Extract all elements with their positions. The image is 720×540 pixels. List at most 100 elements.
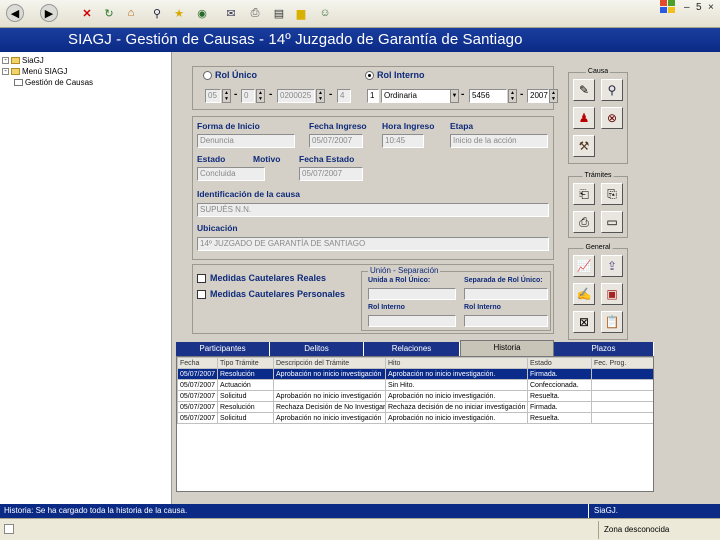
column-header[interactable]: Estado	[527, 357, 592, 369]
rol-interno-field-1[interactable]: 1	[367, 89, 379, 103]
clipboard-icon[interactable]: 📋	[601, 311, 623, 333]
ubicacion-label: Ubicación	[197, 223, 238, 233]
monitor-icon[interactable]: ▣	[601, 283, 623, 305]
print-document-icon[interactable]: ⎙	[573, 211, 595, 233]
new-document-icon[interactable]: ⎗	[573, 183, 595, 205]
etapa-label: Etapa	[450, 121, 474, 131]
signature-icon[interactable]: ✍	[573, 283, 595, 305]
spinner-icon[interactable]: ▲ ▼	[256, 89, 265, 103]
table-header-row: Fecha Tipo Trámite Descripción del Trámi…	[177, 357, 653, 369]
medidas-reales-checkbox[interactable]: Medidas Cautelares Reales	[197, 273, 326, 283]
table-cell: Aprobación no inicio investigación.	[385, 368, 528, 380]
tab-participantes[interactable]: Participantes	[176, 342, 270, 356]
table-cell: Rechaza Decisión de No Investigar	[273, 401, 386, 413]
rol-interno-year-field[interactable]: 2007	[527, 89, 549, 103]
table-cell	[591, 368, 653, 380]
tab-delitos[interactable]: Delitos	[270, 342, 364, 356]
rol-interno-number-field[interactable]: 5456	[469, 89, 507, 103]
fecha-estado-label: Fecha Estado	[299, 154, 355, 164]
edit-icon[interactable]: ▤	[270, 4, 288, 22]
rol-unico-field-1[interactable]: 05	[205, 89, 221, 103]
tree-menu[interactable]: - Menú SIAGJ	[2, 67, 67, 76]
identificacion-label: Identificación de la causa	[197, 189, 300, 199]
mail-icon[interactable]: ✉	[222, 4, 240, 22]
print-icon[interactable]: ⎙	[246, 4, 264, 22]
column-header[interactable]: Hito	[385, 357, 528, 369]
tramites-caption: Trámites	[582, 172, 614, 179]
table-row[interactable]: 05/07/2007 Resolución Rechaza Decisión d…	[177, 401, 653, 413]
tab-relaciones[interactable]: Relaciones	[364, 342, 460, 356]
gavel-icon[interactable]: ⚒	[573, 135, 595, 157]
erase-icon[interactable]: ✎	[573, 79, 595, 101]
table-cell: Solicitud	[217, 390, 274, 402]
causa-caption: Causa	[585, 68, 611, 75]
rol-unico-field-2[interactable]: 0	[241, 89, 255, 103]
table-cell: Resolución	[217, 401, 274, 413]
rol-unico-field-4[interactable]: 4	[337, 89, 351, 103]
table-row[interactable]: 05/07/2007 Resolución Aprobación no inic…	[177, 368, 653, 380]
chevron-down-icon[interactable]: ▼	[450, 89, 459, 103]
status-right: SiaGJ.	[594, 506, 619, 515]
tab-historia[interactable]: Historia	[460, 340, 554, 356]
tab-plazos[interactable]: Plazos	[554, 342, 654, 356]
close-button[interactable]: ×	[708, 2, 714, 13]
history-icon[interactable]: ◉	[193, 4, 211, 22]
edit-document-icon[interactable]: ⎘	[601, 183, 623, 205]
spinner-icon[interactable]: ▲ ▼	[316, 89, 325, 103]
export-icon[interactable]: ⇪	[601, 255, 623, 277]
column-header[interactable]: Fecha	[177, 357, 218, 369]
table-cell: Rechaza decisión de no iniciar investiga…	[385, 401, 528, 413]
spinner-icon[interactable]: ▲ ▼	[508, 89, 517, 103]
collapse-icon[interactable]: -	[2, 68, 9, 75]
unida-rol-interno-field	[368, 315, 456, 327]
forward-icon[interactable]: ▶	[40, 4, 58, 22]
envelope-icon[interactable]: ⊠	[573, 311, 595, 333]
folder-icon[interactable]: ▆	[292, 4, 310, 22]
chart-icon[interactable]: 📈	[573, 255, 595, 277]
tree-item-gestion-causas[interactable]: Gestión de Causas	[14, 78, 93, 87]
column-header[interactable]: Fec. Prog.	[591, 357, 653, 369]
table-cell: 05/07/2007	[177, 401, 218, 413]
spinner-icon[interactable]: ▲ ▼	[549, 89, 558, 103]
stop-icon[interactable]: ✕	[78, 4, 96, 22]
people-icon[interactable]: ♟	[573, 107, 595, 129]
rol-unico-radio[interactable]: Rol Único	[203, 70, 257, 80]
minimize-button[interactable]: –	[684, 2, 690, 13]
restore-button[interactable]: 5	[696, 2, 702, 13]
table-cell: Aprobación no inicio investigación	[273, 412, 386, 424]
tree-root[interactable]: - SiaGJ	[2, 56, 44, 65]
estado-field: Concluida	[197, 167, 265, 181]
back-icon[interactable]: ◀	[6, 4, 24, 22]
magnifier-icon[interactable]: ⚲	[601, 79, 623, 101]
handcuffs-icon[interactable]: ⊗	[601, 107, 623, 129]
table-cell: 05/07/2007	[177, 379, 218, 391]
table-cell: 05/07/2007	[177, 368, 218, 380]
folder-icon	[11, 57, 20, 64]
medidas-personales-checkbox[interactable]: Medidas Cautelares Personales	[197, 289, 345, 299]
table-cell: Aprobación no inicio investigación	[273, 368, 386, 380]
column-header[interactable]: Descripción del Trámite	[273, 357, 386, 369]
table-row[interactable]: 05/07/2007 Actuación Sin Hito. Confeccio…	[177, 379, 653, 391]
table-row[interactable]: 05/07/2007 Solicitud Aprobación no inici…	[177, 412, 653, 424]
search-icon[interactable]: ⚲	[148, 4, 166, 22]
rol-interno-radio[interactable]: Rol Interno	[365, 70, 425, 80]
messenger-icon[interactable]: ☺	[316, 4, 334, 22]
general-toolbar: General 📈 ⇪ ✍ ▣ ⊠ 📋	[568, 244, 628, 340]
collapse-icon[interactable]: -	[2, 57, 9, 64]
home-icon[interactable]: ⌂	[122, 4, 140, 22]
table-cell: Resolución	[217, 368, 274, 380]
radio-on-icon	[365, 70, 374, 80]
refresh-icon[interactable]: ↻	[100, 4, 118, 22]
blank-document-icon[interactable]: ▭	[601, 211, 623, 233]
favorites-icon[interactable]: ★	[170, 4, 188, 22]
column-header[interactable]: Tipo Trámite	[217, 357, 274, 369]
table-row[interactable]: 05/07/2007 Solicitud Aprobación no inici…	[177, 390, 653, 402]
app-title-bar: SIAGJ - Gestión de Causas - 14º Juzgado …	[0, 28, 720, 52]
fecha-ingreso-label: Fecha Ingreso	[309, 121, 367, 131]
rol-unico-field-3[interactable]: 0200025	[277, 89, 315, 103]
separada-field	[464, 288, 548, 300]
rol-interno-type-select[interactable]: Ordinaria	[381, 89, 459, 103]
spinner-icon[interactable]: ▲ ▼	[222, 89, 231, 103]
tab-strip: Participantes Delitos Relaciones Histori…	[176, 340, 654, 356]
folder-icon	[11, 68, 20, 75]
